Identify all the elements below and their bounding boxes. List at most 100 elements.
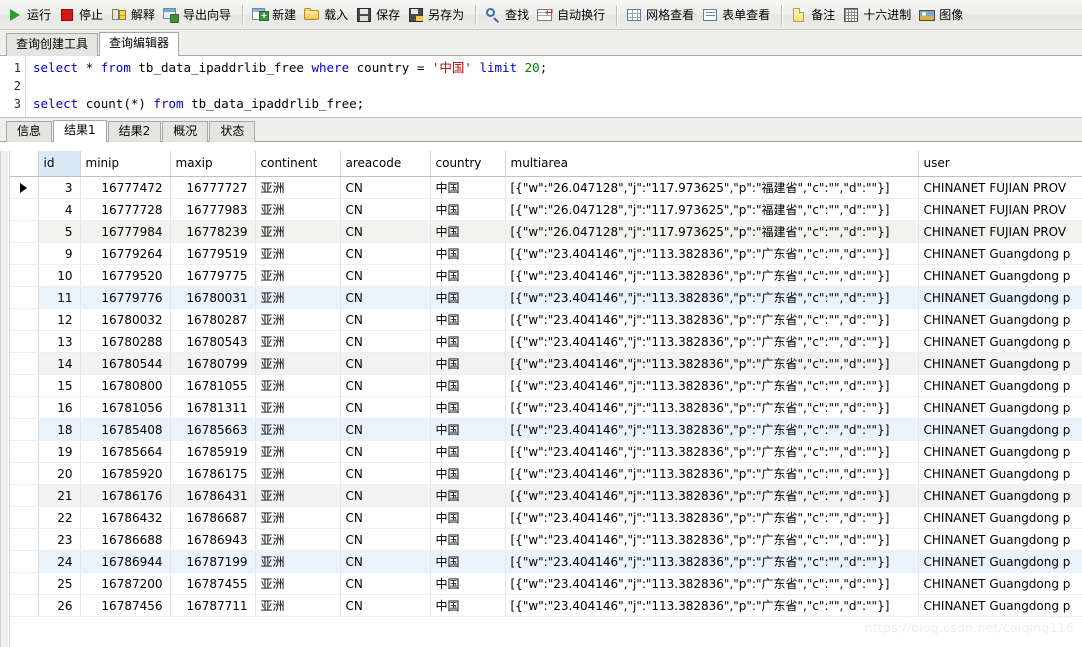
cell-country[interactable]: 中国	[430, 528, 506, 551]
cell-areacode[interactable]: CN	[340, 594, 431, 617]
result-tab-3[interactable]: 概况	[162, 121, 209, 142]
toolbar-button-image[interactable]: 图像	[916, 3, 968, 27]
cell-minip[interactable]: 16779264	[80, 242, 171, 265]
table-row[interactable]: 23 16786688 16786943 亚洲 CN 中国 [{"w":"23.404146…	[10, 528, 1082, 551]
cell-id[interactable]: 3	[38, 176, 81, 199]
cell-multiarea[interactable]: [{"w":"23.404146","j":"113.382836","p":"…	[505, 506, 919, 529]
cell-user[interactable]: CHINANET FUJIAN PROV	[918, 176, 1082, 199]
table-row[interactable]: 4 16777728 16777983 亚洲 CN 中国 [{"w":"26.047128"…	[10, 198, 1082, 221]
table-row[interactable]: 12 16780032 16780287 亚洲 CN 中国 [{"w":"23.404146…	[10, 308, 1082, 331]
cell-continent[interactable]: 亚洲	[255, 594, 341, 617]
toolbar-button-form-view[interactable]: 表单查看	[699, 3, 775, 27]
cell-minip[interactable]: 16780288	[80, 330, 171, 353]
row-indicator[interactable]	[10, 528, 39, 551]
cell-id[interactable]: 25	[38, 572, 81, 595]
cell-areacode[interactable]: CN	[340, 220, 431, 243]
cell-id[interactable]: 10	[38, 264, 81, 287]
cell-user[interactable]: CHINANET Guangdong p	[918, 330, 1082, 353]
column-header-user[interactable]: user	[918, 151, 1082, 177]
cell-user[interactable]: CHINANET Guangdong p	[918, 418, 1082, 441]
cell-maxip[interactable]: 16786687	[170, 506, 256, 529]
row-indicator[interactable]	[10, 198, 39, 221]
cell-id[interactable]: 15	[38, 374, 81, 397]
cell-maxip[interactable]: 16785663	[170, 418, 256, 441]
cell-country[interactable]: 中国	[430, 594, 506, 617]
cell-areacode[interactable]: CN	[340, 242, 431, 265]
cell-continent[interactable]: 亚洲	[255, 418, 341, 441]
cell-continent[interactable]: 亚洲	[255, 550, 341, 573]
cell-id[interactable]: 19	[38, 440, 81, 463]
cell-minip[interactable]: 16786944	[80, 550, 171, 573]
cell-country[interactable]: 中国	[430, 264, 506, 287]
row-indicator[interactable]	[10, 242, 39, 265]
cell-country[interactable]: 中国	[430, 330, 506, 353]
cell-maxip[interactable]: 16781311	[170, 396, 256, 419]
cell-continent[interactable]: 亚洲	[255, 396, 341, 419]
row-indicator[interactable]	[10, 396, 39, 419]
row-indicator[interactable]	[10, 220, 39, 243]
cell-areacode[interactable]: CN	[340, 396, 431, 419]
table-row[interactable]: 3 16777472 16777727 亚洲 CN 中国 [{"w":"26.047128"…	[10, 176, 1082, 199]
row-indicator[interactable]	[10, 462, 39, 485]
cell-multiarea[interactable]: [{"w":"23.404146","j":"113.382836","p":"…	[505, 440, 919, 463]
cell-minip[interactable]: 16781056	[80, 396, 171, 419]
table-row[interactable]: 18 16785408 16785663 亚洲 CN 中国 [{"w":"23.404146…	[10, 418, 1082, 441]
cell-maxip[interactable]: 16781055	[170, 374, 256, 397]
cell-areacode[interactable]: CN	[340, 506, 431, 529]
cell-user[interactable]: CHINANET Guangdong p	[918, 550, 1082, 573]
cell-country[interactable]: 中国	[430, 462, 506, 485]
cell-id[interactable]: 20	[38, 462, 81, 485]
toolbar-button-run[interactable]: 运行	[4, 3, 56, 27]
cell-country[interactable]: 中国	[430, 550, 506, 573]
cell-minip[interactable]: 16785408	[80, 418, 171, 441]
cell-areacode[interactable]: CN	[340, 264, 431, 287]
row-indicator[interactable]	[10, 176, 39, 199]
table-row[interactable]: 5 16777984 16778239 亚洲 CN 中国 [{"w":"26.047128"…	[10, 220, 1082, 243]
toolbar-button-new[interactable]: 新建	[249, 3, 301, 27]
cell-id[interactable]: 11	[38, 286, 81, 309]
cell-areacode[interactable]: CN	[340, 440, 431, 463]
table-body[interactable]: 3 16777472 16777727 亚洲 CN 中国 [{"w":"26.047128"…	[10, 176, 1082, 617]
cell-multiarea[interactable]: [{"w":"23.404146","j":"113.382836","p":"…	[505, 462, 919, 485]
result-tab-1[interactable]: 结果1	[53, 120, 107, 142]
row-indicator[interactable]	[10, 330, 39, 353]
cell-maxip[interactable]: 16786943	[170, 528, 256, 551]
cell-user[interactable]: CHINANET Guangdong p	[918, 594, 1082, 617]
row-indicator[interactable]	[10, 418, 39, 441]
toolbar-button-search[interactable]: 查找	[482, 3, 534, 27]
cell-country[interactable]: 中国	[430, 308, 506, 331]
cell-user[interactable]: CHINANET Guangdong p	[918, 308, 1082, 331]
cell-minip[interactable]: 16780544	[80, 352, 171, 375]
table-row[interactable]: 21 16786176 16786431 亚洲 CN 中国 [{"w":"23.404146…	[10, 484, 1082, 507]
cell-id[interactable]: 21	[38, 484, 81, 507]
cell-maxip[interactable]: 16786175	[170, 462, 256, 485]
cell-multiarea[interactable]: [{"w":"23.404146","j":"113.382836","p":"…	[505, 330, 919, 353]
cell-continent[interactable]: 亚洲	[255, 528, 341, 551]
cell-areacode[interactable]: CN	[340, 572, 431, 595]
table-row[interactable]: 22 16786432 16786687 亚洲 CN 中国 [{"w":"23.404146…	[10, 506, 1082, 529]
cell-minip[interactable]: 16779520	[80, 264, 171, 287]
cell-multiarea[interactable]: [{"w":"23.404146","j":"113.382836","p":"…	[505, 528, 919, 551]
table-row[interactable]: 19 16785664 16785919 亚洲 CN 中国 [{"w":"23.404146…	[10, 440, 1082, 463]
table-row[interactable]: 9 16779264 16779519 亚洲 CN 中国 [{"w":"23.404146"…	[10, 242, 1082, 265]
cell-country[interactable]: 中国	[430, 220, 506, 243]
cell-id[interactable]: 5	[38, 220, 81, 243]
cell-user[interactable]: CHINANET Guangdong p	[918, 484, 1082, 507]
cell-user[interactable]: CHINANET Guangdong p	[918, 572, 1082, 595]
row-indicator[interactable]	[10, 484, 39, 507]
row-indicator[interactable]	[10, 308, 39, 331]
cell-areacode[interactable]: CN	[340, 330, 431, 353]
cell-id[interactable]: 22	[38, 506, 81, 529]
cell-areacode[interactable]: CN	[340, 550, 431, 573]
cell-country[interactable]: 中国	[430, 242, 506, 265]
cell-continent[interactable]: 亚洲	[255, 286, 341, 309]
cell-minip[interactable]: 16786688	[80, 528, 171, 551]
toolbar-button-save[interactable]: 保存	[353, 3, 405, 27]
cell-user[interactable]: CHINANET Guangdong p	[918, 264, 1082, 287]
toolbar-button-load-folder[interactable]: 载入	[301, 3, 353, 27]
result-tab-0[interactable]: 信息	[6, 121, 53, 142]
cell-id[interactable]: 26	[38, 594, 81, 617]
row-indicator[interactable]	[10, 374, 39, 397]
cell-country[interactable]: 中国	[430, 396, 506, 419]
cell-id[interactable]: 18	[38, 418, 81, 441]
